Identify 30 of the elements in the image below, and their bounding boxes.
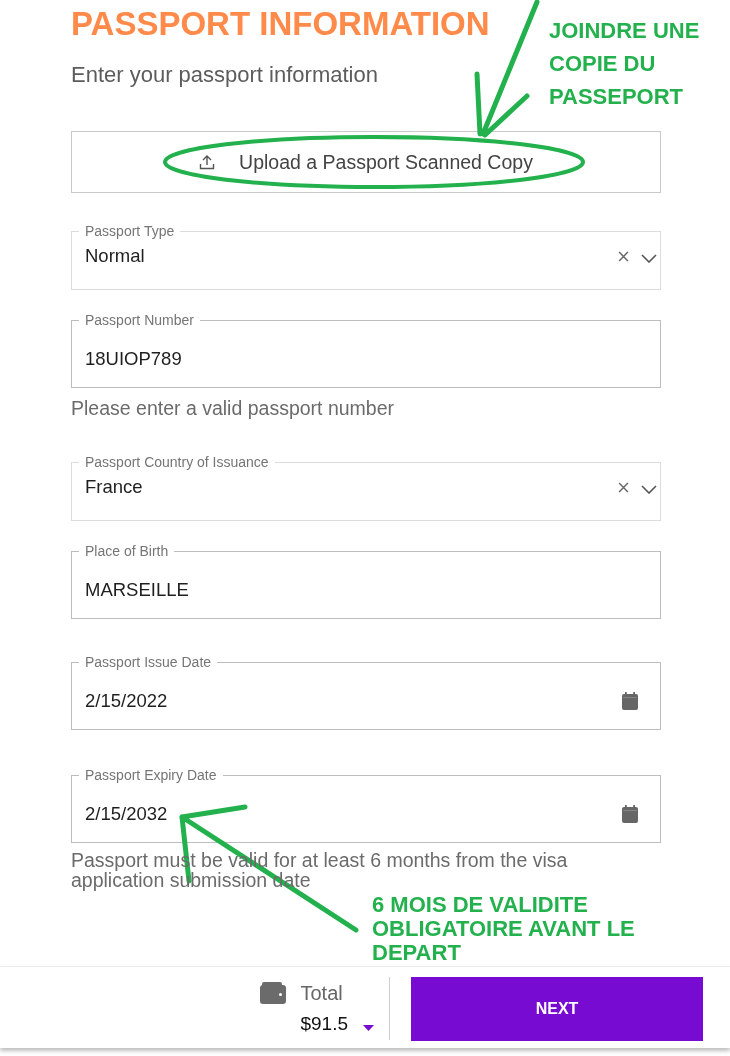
total-label: Total [300, 981, 343, 1005]
text-field[interactable]: Passport Number 18UIOP789 [71, 312, 661, 388]
next-button[interactable]: NEXT [411, 977, 703, 1041]
text-field[interactable]: Place of Birth MARSEILLE [71, 543, 661, 619]
upload-icon [199, 154, 216, 170]
field-label: Passport Type [84, 223, 176, 239]
calendar-icon[interactable] [622, 805, 638, 823]
wallet-icon [260, 982, 287, 1004]
clear-icon[interactable] [618, 481, 629, 493]
annotation-text: JOINDRE UNE COPIE DU PASSEPORT [549, 17, 701, 111]
date-field[interactable]: Passport Expiry Date 2/15/2032 [71, 767, 661, 843]
total-amount: $91.5 [300, 1012, 348, 1036]
page-title: PASSPORT INFORMATION [71, 4, 490, 44]
caret-down-icon[interactable] [363, 1025, 374, 1031]
field-label: Passport Number [84, 312, 195, 328]
select-field[interactable]: Passport Country of Issuance France [71, 454, 661, 521]
date-field[interactable]: Passport Issue Date 2/15/2022 [71, 654, 661, 730]
annotation-text: 6 MOIS DE VALIDITE OBLIGATOIRE AVANT LE DEPART [372, 893, 636, 965]
clear-icon[interactable] [618, 250, 629, 262]
page-subtitle: Enter your passport information [71, 61, 378, 89]
field-label: Place of Birth [84, 543, 170, 559]
select-field[interactable]: Passport Type Normal [71, 223, 661, 290]
field-label: Passport Expiry Date [84, 767, 218, 783]
chevron-down-icon[interactable] [641, 485, 657, 494]
helper-text: Please enter a valid passport number [71, 397, 395, 419]
calendar-icon[interactable] [622, 692, 638, 710]
chevron-down-icon[interactable] [641, 254, 657, 263]
upload-button[interactable]: Upload a Passport Scanned Copy [71, 131, 661, 193]
field-label: Passport Issue Date [84, 654, 213, 670]
field-label: Passport Country of Issuance [84, 454, 270, 470]
